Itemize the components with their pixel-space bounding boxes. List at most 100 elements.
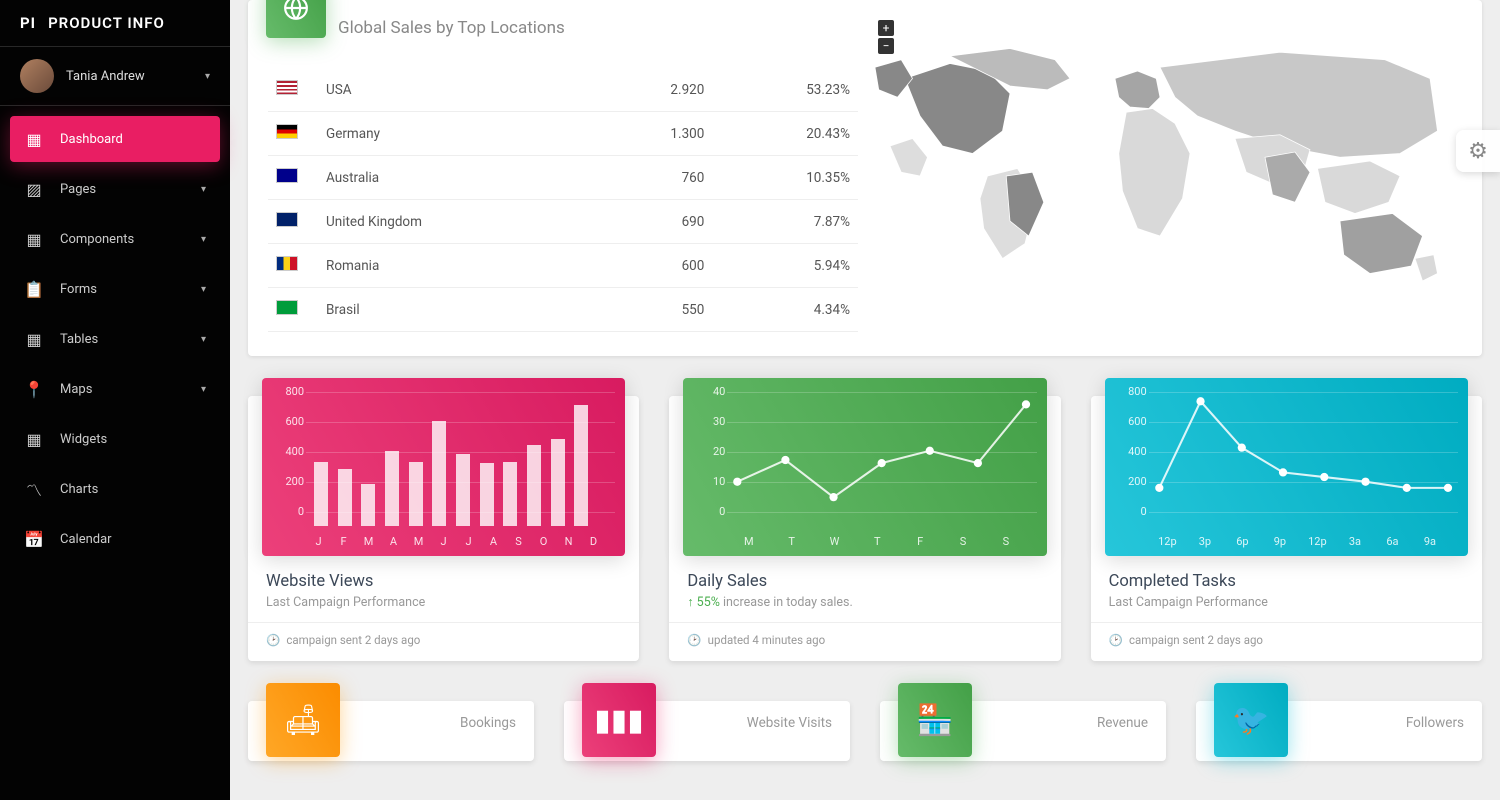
x-tick: J (434, 535, 454, 548)
value-cell: 550 (591, 288, 713, 332)
x-tick: O (534, 535, 554, 548)
globe-icon (266, 0, 326, 38)
bar (409, 462, 423, 527)
nav-item-charts[interactable]: 〽 Charts (10, 466, 220, 512)
zoom-out-button[interactable]: − (878, 38, 894, 54)
chart-footer: 🕑 campaign sent 2 days ago (248, 622, 639, 661)
nav-item-maps[interactable]: 📍 Maps ▾ (10, 366, 220, 412)
nav-item-tables[interactable]: ▦ Tables ▾ (10, 316, 220, 362)
bar (314, 462, 328, 527)
user-menu[interactable]: Tania Andrew ▾ (0, 47, 230, 106)
flag-icon (276, 168, 298, 183)
nav-label: Maps (60, 382, 201, 397)
world-map[interactable]: + − (858, 20, 1462, 332)
pct-cell: 53.23% (712, 68, 858, 112)
stat-icon: 🏪 (898, 683, 972, 757)
nav-list: ▦ Dashboard ▨ Pages ▾▦ Components ▾📋 For… (0, 106, 230, 576)
nav-label: Dashboard (60, 132, 206, 147)
chevron-down-icon: ▾ (201, 284, 206, 295)
clock-icon: 🕑 (266, 633, 280, 647)
y-tick: 30 (713, 415, 725, 428)
pct-cell: 5.94% (712, 244, 858, 288)
x-tick: 9p (1270, 535, 1290, 548)
chart-canvas: 403020100 MTWTFSS (683, 378, 1046, 556)
chart-subtitle: ↑ 55% increase in today sales. (687, 595, 1042, 610)
value-cell: 2.920 (591, 68, 713, 112)
flag-icon (276, 80, 298, 95)
nav-item-components[interactable]: ▦ Components ▾ (10, 216, 220, 262)
bar (338, 469, 352, 526)
y-tick: 600 (1128, 415, 1147, 428)
brand[interactable]: PI PRODUCT INFO (0, 0, 230, 47)
chevron-down-icon: ▾ (205, 71, 210, 82)
nav-icon: ▦ (24, 129, 44, 149)
nav-label: Tables (60, 332, 201, 347)
x-tick: N (559, 535, 579, 548)
chevron-down-icon: ▾ (201, 334, 206, 345)
value-cell: 690 (591, 200, 713, 244)
flag-icon (276, 256, 298, 271)
y-tick: 20 (713, 445, 725, 458)
bar (574, 405, 588, 527)
y-tick: 0 (298, 505, 304, 518)
stat-icon: 🛋 (266, 683, 340, 757)
chart-card-website-views: 8006004002000JFMAMJJASOND Website Views … (248, 396, 639, 661)
chevron-down-icon: ▾ (201, 384, 206, 395)
main-content: Global Sales by Top Locations USA 2.920 … (230, 0, 1500, 781)
nav-item-forms[interactable]: 📋 Forms ▾ (10, 266, 220, 312)
table-row: United Kingdom 690 7.87% (268, 200, 858, 244)
table-row: USA 2.920 53.23% (268, 68, 858, 112)
chart-subtitle: Last Campaign Performance (266, 595, 621, 610)
x-tick: M (409, 535, 429, 548)
chart-footer: 🕑 updated 4 minutes ago (669, 622, 1060, 661)
value-cell: 600 (591, 244, 713, 288)
global-sales-card: Global Sales by Top Locations USA 2.920 … (248, 0, 1482, 356)
nav-label: Calendar (60, 532, 206, 547)
country-cell: USA (318, 68, 591, 112)
nav-icon: ▦ (24, 429, 44, 449)
gear-icon: ⚙ (1468, 139, 1488, 164)
nav-item-calendar[interactable]: 📅 Calendar (10, 516, 220, 562)
brand-mini: PI (20, 14, 36, 32)
chart-foot-text: campaign sent 2 days ago (1129, 633, 1263, 647)
y-tick: 600 (285, 415, 304, 428)
country-cell: Germany (318, 112, 591, 156)
y-tick: 200 (285, 475, 304, 488)
chart-canvas: 8006004002000 12p3p6p9p12p3a6a9a (1105, 378, 1468, 556)
x-tick: 9a (1420, 535, 1440, 548)
stat-card-bookings: 🛋 Bookings (248, 701, 534, 761)
table-row: Germany 1.300 20.43% (268, 112, 858, 156)
nav-icon: ▦ (24, 229, 44, 249)
x-tick: W (824, 535, 844, 548)
stat-card-followers: 🐦 Followers (1196, 701, 1482, 761)
x-tick: M (739, 535, 759, 548)
sidebar: PI PRODUCT INFO Tania Andrew ▾ ▦ Dashboa… (0, 0, 230, 800)
x-tick: 12p (1157, 535, 1177, 548)
country-cell: Romania (318, 244, 591, 288)
nav-item-pages[interactable]: ▨ Pages ▾ (10, 166, 220, 212)
nav-item-dashboard[interactable]: ▦ Dashboard (10, 116, 220, 162)
charts-row: 8006004002000JFMAMJJASOND Website Views … (248, 396, 1482, 661)
zoom-in-button[interactable]: + (878, 20, 894, 36)
flag-icon (276, 124, 298, 139)
country-cell: United Kingdom (318, 200, 591, 244)
settings-fab[interactable]: ⚙ (1456, 130, 1500, 172)
clock-icon: 🕑 (1109, 633, 1123, 647)
user-name: Tania Andrew (66, 69, 205, 84)
x-tick: S (953, 535, 973, 548)
nav-icon: ▨ (24, 179, 44, 199)
chart-canvas: 8006004002000JFMAMJJASOND (262, 378, 625, 556)
chart-footer: 🕑 campaign sent 2 days ago (1091, 622, 1482, 661)
nav-item-widgets[interactable]: ▦ Widgets (10, 416, 220, 462)
y-tick: 10 (713, 475, 725, 488)
clock-icon: 🕑 (687, 633, 701, 647)
map-card-title: Global Sales by Top Locations (338, 18, 858, 38)
bar (480, 463, 494, 526)
pct-cell: 10.35% (712, 156, 858, 200)
stat-icon: ▮▮▮ (582, 683, 656, 757)
chart-subtitle: Last Campaign Performance (1109, 595, 1464, 610)
x-tick: 6p (1232, 535, 1252, 548)
bar (503, 462, 517, 527)
bar (551, 439, 565, 526)
avatar (20, 59, 54, 93)
